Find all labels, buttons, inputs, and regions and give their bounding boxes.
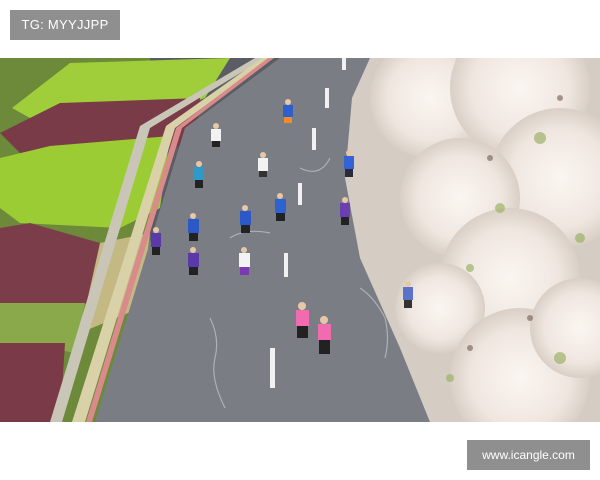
watermark-top-label: TG: MYYJJPP [10, 10, 120, 40]
watermark-bottom-label: www.icangle.com [467, 440, 590, 470]
marathon-aerial-photo [0, 58, 600, 422]
